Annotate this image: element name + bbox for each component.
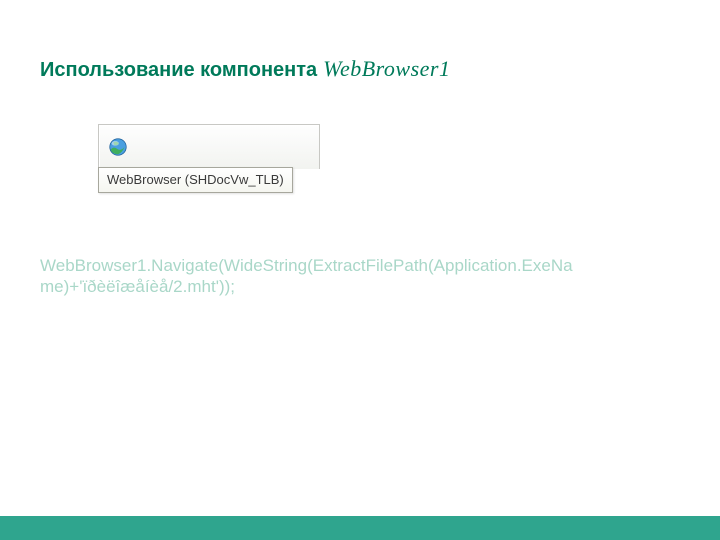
title-prefix: Использование компонента [40,59,317,82]
slide-title: Использование компонента WebBrowser1 [40,56,451,82]
tooltip-text: WebBrowser (SHDocVw_TLB) [107,172,284,187]
globe-icon [107,136,129,158]
component-screenshot: WebBrowser (SHDocVw_TLB) [98,124,320,193]
title-script: WebBrowser1 [323,56,450,82]
component-tooltip: WebBrowser (SHDocVw_TLB) [98,167,293,193]
code-snippet: WebBrowser1.Navigate(WideString(ExtractF… [40,255,580,298]
slide: Использование компонента WebBrowser1 Web… [0,0,720,540]
toolbar-panel [98,124,320,169]
footer-bar [0,516,720,540]
